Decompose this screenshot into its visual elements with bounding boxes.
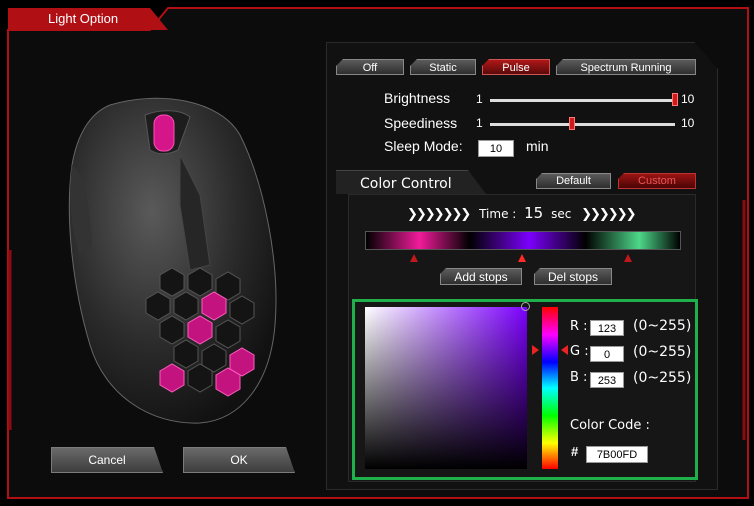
b-range: (0~255) <box>633 370 692 386</box>
custom-button[interactable]: Custom <box>618 173 696 189</box>
time-decrease-icon[interactable]: ❯❯❯❯❯❯❯ <box>407 207 471 222</box>
saturation-value-picker[interactable] <box>365 307 527 469</box>
color-gradient-bar[interactable] <box>365 231 681 250</box>
speediness-max: 10 <box>681 116 695 130</box>
mode-pulse-button[interactable]: Pulse <box>482 59 550 75</box>
g-label: G : <box>570 344 589 359</box>
sleep-mode-label: Sleep Mode: <box>384 138 463 154</box>
hue-marker-right-icon[interactable] <box>561 345 568 355</box>
ok-button[interactable]: OK <box>183 447 295 473</box>
del-stops-button[interactable]: Del stops <box>534 268 612 285</box>
r-input[interactable]: 123 <box>590 320 624 336</box>
r-range: (0~255) <box>633 318 692 334</box>
mouse-image <box>68 97 277 424</box>
b-label: B : <box>570 370 588 385</box>
mode-spectrum-running-button[interactable]: Spectrum Running <box>556 59 696 75</box>
color-stop-2[interactable] <box>518 254 526 262</box>
time-setting: ❯❯❯❯❯❯❯ Time : 15 sec ❯❯❯❯❯❯ <box>407 204 636 222</box>
time-unit: sec <box>551 207 572 221</box>
hue-slider[interactable] <box>542 307 558 469</box>
mode-static-button[interactable]: Static <box>410 59 476 75</box>
picker-cursor[interactable] <box>521 302 530 311</box>
default-button[interactable]: Default <box>536 173 611 189</box>
speediness-slider-track[interactable] <box>490 123 675 126</box>
tab-color-control[interactable]: Color Control <box>336 170 486 194</box>
color-code-label: Color Code : <box>570 418 650 433</box>
g-input[interactable]: 0 <box>590 346 624 362</box>
color-stop-1[interactable] <box>410 254 418 262</box>
add-stops-button[interactable]: Add stops <box>440 268 522 285</box>
window-title: Light Option <box>48 11 119 26</box>
b-input[interactable]: 253 <box>590 372 624 388</box>
brightness-label: Brightness <box>384 90 451 106</box>
hue-marker-left-icon[interactable] <box>532 345 539 355</box>
time-increase-icon[interactable]: ❯❯❯❯❯❯ <box>581 207 636 222</box>
brightness-min: 1 <box>476 92 483 106</box>
speediness-min: 1 <box>476 116 483 130</box>
cancel-button[interactable]: Cancel <box>51 447 163 473</box>
time-label: Time : <box>479 207 517 221</box>
color-stop-3[interactable] <box>624 254 632 262</box>
time-value: 15 <box>524 204 544 222</box>
sleep-mode-input[interactable]: 10 <box>478 140 514 157</box>
color-code-input[interactable]: 7B00FD <box>586 446 648 463</box>
sleep-mode-unit: min <box>526 138 549 154</box>
brightness-slider-handle[interactable] <box>672 93 678 106</box>
brightness-max: 10 <box>681 92 695 106</box>
hash-symbol: # <box>571 444 579 459</box>
speediness-slider-handle[interactable] <box>569 117 576 130</box>
brightness-slider-track[interactable] <box>490 99 675 102</box>
speediness-label: Speediness <box>384 115 458 131</box>
g-range: (0~255) <box>633 344 692 360</box>
mode-off-button[interactable]: Off <box>336 59 404 75</box>
r-label: R : <box>570 319 588 334</box>
